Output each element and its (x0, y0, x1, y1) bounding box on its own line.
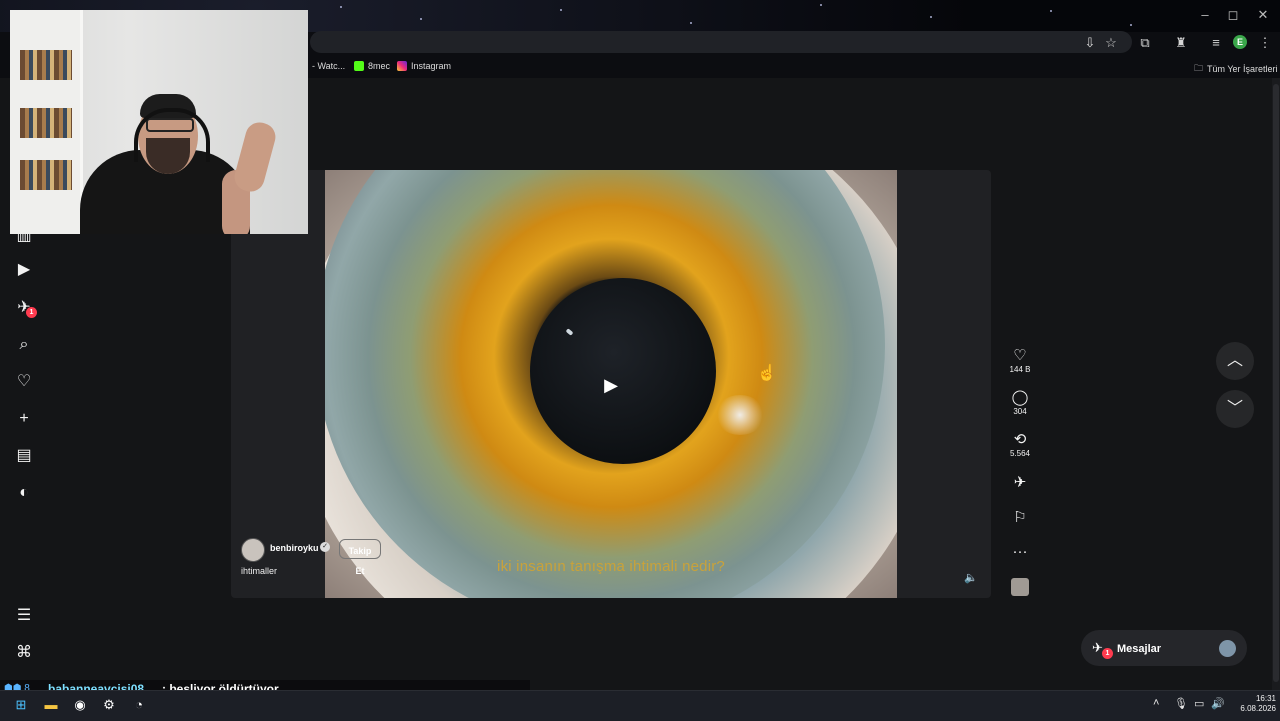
star-decoration (930, 16, 932, 18)
heart-icon[interactable]: ♡ (1006, 347, 1034, 365)
star-decoration (690, 22, 692, 24)
comment-count: 304 (1013, 407, 1027, 416)
dashboard-icon[interactable]: ▤ (14, 446, 34, 466)
verified-badge-icon: ✓ (320, 542, 330, 552)
star-decoration (1050, 10, 1052, 12)
next-reel-button[interactable]: ﹀ (1216, 390, 1254, 428)
repost-action[interactable]: ⟲ 5.564 (1006, 431, 1034, 459)
all-bookmarks-folder[interactable]: 🗀 Tüm Yer İşaretleri (1194, 61, 1278, 77)
heart-icon[interactable]: ♡ (14, 372, 34, 392)
extensions-icon[interactable]: ⧉ (1136, 34, 1154, 52)
like-action[interactable]: ♡ 144 B (1006, 347, 1034, 375)
network-icon[interactable]: ▭ (1194, 697, 1204, 710)
share-action[interactable]: ✈ (1006, 474, 1034, 492)
steam-icon[interactable]: ⚙ (100, 696, 118, 714)
bookmark-star-icon[interactable]: ☆ (1102, 34, 1120, 52)
author-username[interactable]: benbiroyku (270, 543, 319, 553)
profile-avatar[interactable]: E (1233, 35, 1247, 49)
follow-button[interactable]: Takip Et (339, 539, 381, 576)
bookmark-label: 8mec (368, 61, 391, 71)
search-icon[interactable]: ⌕ (14, 335, 34, 355)
reels-play-icon[interactable]: ▶ (14, 260, 34, 280)
pupil-image (530, 278, 716, 464)
taskbar-clock[interactable]: 16:31 6.08.2026 (1232, 694, 1276, 714)
hand-cursor-icon: ☝ (757, 365, 777, 382)
meta-apps-icon[interactable]: ⌘ (14, 643, 34, 663)
file-explorer-icon[interactable]: ▬ (42, 696, 60, 714)
bookmark-icon[interactable]: ⚐ (1006, 509, 1034, 527)
eye-highlight (715, 395, 765, 435)
webcam-overlay (10, 10, 308, 234)
avatar-icon[interactable]: ◐ (14, 483, 34, 503)
scrollbar-thumb[interactable] (1273, 84, 1279, 682)
star-decoration (340, 6, 342, 8)
audio-avatar[interactable] (1011, 578, 1029, 596)
clock-date: 6.08.2026 (1240, 704, 1276, 713)
plus-icon[interactable]: + (14, 409, 34, 429)
windows-start-icon[interactable]: ⊞ (12, 696, 30, 714)
kick-icon (354, 61, 364, 71)
reel-caption: ihtimaller (241, 566, 278, 576)
star-decoration (420, 18, 422, 20)
video-subtitle: iki insanın tanışma ihtimali nedir? (497, 558, 725, 575)
tray-overflow-icon[interactable]: ˄ (1153, 697, 1159, 709)
bookmark-label: Instagram (411, 61, 452, 71)
all-bookmarks-label: Tüm Yer İşaretleri (1207, 64, 1278, 74)
menu-icon[interactable]: ☰ (14, 606, 34, 626)
close-icon[interactable]: ✕ (1254, 6, 1272, 24)
repost-count: 5.564 (1009, 449, 1031, 458)
bookmark-item[interactable]: - Watc... (312, 61, 345, 71)
messages-avatar (1219, 640, 1236, 657)
chrome-icon[interactable]: ◉ (71, 696, 89, 714)
bookmark-item-instagram[interactable]: Instagram (397, 61, 451, 71)
books (20, 160, 72, 190)
media-controls-icon[interactable]: ≡ (1207, 34, 1225, 52)
streamer-headset (134, 108, 210, 162)
books (20, 50, 72, 80)
author-avatar[interactable] (241, 538, 265, 562)
messages-bar-badge: 1 (1102, 648, 1113, 659)
repost-icon[interactable]: ⟲ (1006, 431, 1034, 449)
bookmark-label: - Watc... (312, 61, 346, 71)
kebab-menu-icon[interactable]: ⋮ (1256, 34, 1274, 52)
star-decoration (820, 4, 822, 6)
share-icon[interactable]: ✈ (1006, 474, 1034, 492)
star-decoration (560, 9, 562, 11)
books (20, 108, 72, 138)
comment-icon[interactable]: ◯ (1006, 389, 1034, 407)
more-options-icon[interactable]: ··· (1006, 543, 1034, 561)
speaker-icon[interactable]: 🔊 (1211, 697, 1225, 710)
volume-icon[interactable]: 🔈 (963, 570, 979, 586)
play-icon[interactable]: ▶ (600, 374, 622, 396)
clock-time: 16:31 (1255, 694, 1276, 703)
folder-icon: 🗀 (1194, 63, 1204, 73)
more-action[interactable]: ··· (1006, 543, 1034, 561)
minimize-icon[interactable]: – (1196, 6, 1214, 24)
obs-icon[interactable]: ◔ (130, 696, 148, 714)
address-bar[interactable] (310, 31, 1132, 53)
messages-label: Mesajlar (1117, 643, 1162, 655)
save-action[interactable]: ⚐ (1006, 509, 1034, 527)
windows-taskbar (0, 690, 1280, 721)
incognito-icon[interactable]: ♜ (1172, 34, 1190, 52)
messages-badge: 1 (26, 307, 37, 318)
restore-icon[interactable]: ◻ (1224, 6, 1242, 24)
like-count: 144 B (1009, 365, 1031, 374)
install-app-icon[interactable]: ⇩ (1081, 34, 1099, 52)
microphone-icon[interactable]: 🎙 (1174, 697, 1188, 710)
star-decoration (1130, 24, 1132, 26)
instagram-icon (397, 61, 407, 71)
previous-reel-button[interactable]: ︿ (1216, 342, 1254, 380)
comment-action[interactable]: ◯ 304 (1006, 389, 1034, 417)
bookmark-item-kick[interactable]: 8mec (354, 61, 390, 71)
